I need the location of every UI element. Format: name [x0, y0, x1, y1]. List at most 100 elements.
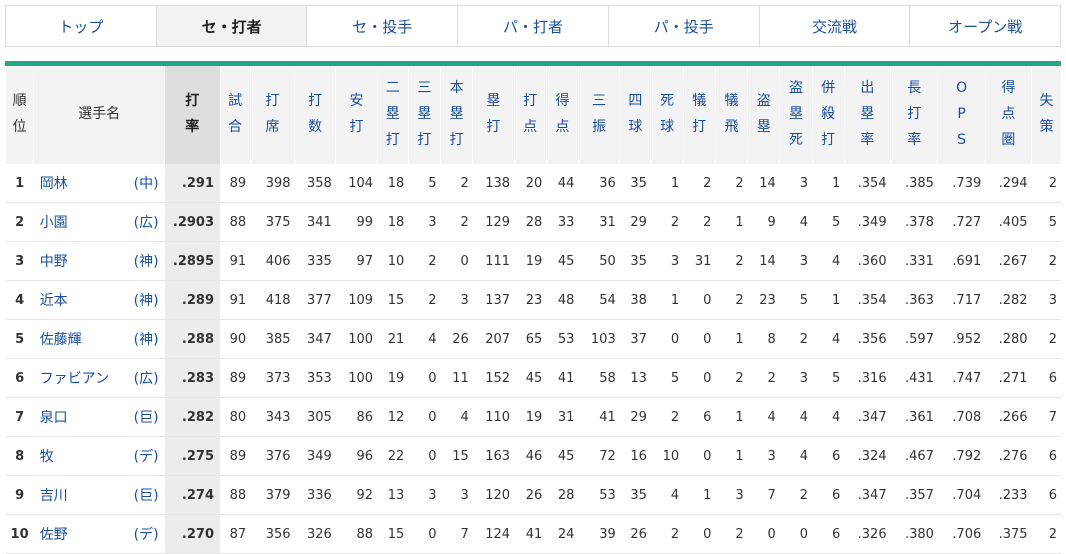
stat-cell-tb: 207	[472, 319, 515, 359]
team-label: (神)	[133, 293, 159, 309]
col-rbi[interactable]: 打点	[513, 66, 547, 164]
tab-central-pitchers[interactable]: セ・投手	[307, 6, 459, 46]
col-strikeouts[interactable]: 三振	[577, 66, 620, 164]
col-avg[interactable]: 打率	[164, 66, 220, 164]
col-hits[interactable]: 安打	[335, 66, 378, 164]
player-name-link[interactable]: ファビアン	[40, 371, 109, 387]
col-homeruns[interactable]: 本塁打	[440, 66, 473, 164]
stat-cell-tb: 124	[472, 514, 515, 554]
stat-cell-bb: 29	[619, 202, 651, 242]
stat-cell-e: 2	[1031, 319, 1061, 359]
stat-cell-slg: .467	[890, 436, 938, 476]
player-name-link[interactable]: 小園	[40, 215, 68, 231]
col-games[interactable]: 試合	[219, 66, 251, 164]
stat-cell-r: 31	[546, 397, 579, 437]
stat-cell-pa: 343	[250, 397, 295, 437]
col-walks[interactable]: 四球	[619, 66, 651, 164]
col-ab[interactable]: 打数	[294, 66, 336, 164]
stat-cell-t: 5	[408, 164, 441, 203]
stat-cell-slg: .385	[890, 164, 938, 203]
stat-cell-sh: 1	[683, 475, 716, 515]
stat-cell-r: 28	[546, 475, 579, 515]
tab-pacific-pitchers[interactable]: パ・投手	[609, 6, 760, 46]
stat-cell-sh: 31	[683, 241, 716, 281]
stat-cell-hbp: 2	[650, 397, 684, 437]
stat-cell-d: 22	[377, 436, 409, 476]
col-triples[interactable]: 三塁打	[407, 66, 441, 164]
stat-cell-e: 2	[1031, 514, 1061, 554]
stat-cell-e: 2	[1031, 241, 1061, 281]
player-name-link[interactable]: 牧	[40, 449, 54, 465]
stat-cell-cs: 4	[779, 436, 813, 476]
stat-cell-t: 0	[408, 514, 441, 554]
col-hbp[interactable]: 死球	[650, 66, 684, 164]
stat-cell-gdp: 5	[812, 358, 845, 398]
col-caught-stealing[interactable]: 盗塁死	[779, 66, 813, 164]
col-risp[interactable]: 得点圏	[984, 66, 1032, 164]
player-name-link[interactable]: 泉口	[40, 410, 68, 426]
col-ops[interactable]: OPS	[937, 66, 986, 164]
stat-cell-sf: 1	[715, 397, 748, 437]
stat-cell-sf: 2	[715, 241, 748, 281]
stat-cell-ops: .739	[937, 164, 986, 203]
player-name-link[interactable]: 近本	[40, 293, 68, 309]
stat-cell-t: 2	[408, 280, 441, 320]
stat-cell-risp: .233	[985, 475, 1032, 515]
stat-cell-gdp: 6	[812, 475, 845, 515]
stat-cell-bb: 13	[619, 358, 651, 398]
rank-cell: 7	[5, 397, 34, 437]
stat-cell-so: 39	[578, 514, 620, 554]
col-doubles[interactable]: 二塁打	[376, 66, 409, 164]
stat-cell-sh: 2	[683, 164, 716, 203]
stat-cell-r: 45	[546, 436, 579, 476]
tab-central-batters[interactable]: セ・打者	[156, 6, 308, 46]
stat-cell-gdp: 4	[812, 397, 845, 437]
player-name-link[interactable]: 佐藤輝	[40, 332, 82, 348]
stat-cell-d: 12	[377, 397, 409, 437]
player-cell: 吉川 (巨)	[33, 475, 165, 515]
stat-cell-so: 72	[578, 436, 620, 476]
col-sac-bunts[interactable]: 犠打	[682, 66, 716, 164]
tab-pacific-batters[interactable]: パ・打者	[458, 6, 609, 46]
col-sac-flies[interactable]: 犠飛	[714, 66, 748, 164]
stat-cell-slg: .378	[890, 202, 938, 242]
col-steals[interactable]: 盗塁	[747, 66, 780, 164]
stat-cell-tb: 111	[472, 241, 515, 281]
stat-cell-obp: .354	[844, 280, 891, 320]
col-obp[interactable]: 出塁率	[843, 66, 891, 164]
stat-cell-r: 45	[546, 241, 579, 281]
player-name-link[interactable]: 中野	[40, 254, 68, 270]
col-errors[interactable]: 失策	[1031, 66, 1061, 164]
stat-cell-sf: 1	[715, 436, 748, 476]
stat-cell-gdp: 1	[812, 164, 845, 203]
stat-cell-ab: 377	[294, 280, 336, 320]
col-rank: 順位	[4, 66, 34, 164]
stat-cell-tb: 129	[472, 202, 515, 242]
stat-cell-ab: 335	[294, 241, 336, 281]
stat-cell-rbi: 41	[514, 514, 547, 554]
stat-cell-risp: .266	[985, 397, 1032, 437]
col-gdp[interactable]: 併殺打	[811, 66, 845, 164]
stat-cell-pa: 379	[250, 475, 295, 515]
tab-top[interactable]: トップ	[6, 6, 157, 46]
stat-cell-ops: .704	[937, 475, 986, 515]
stat-cell-sf: 1	[715, 202, 748, 242]
rank-cell: 8	[5, 436, 34, 476]
player-name-link[interactable]: 岡林	[40, 176, 68, 192]
stat-cell-hr: 3	[440, 280, 473, 320]
tab-interleague[interactable]: 交流戦	[760, 6, 911, 46]
tab-open-games[interactable]: オープン戦	[910, 6, 1060, 46]
col-pa[interactable]: 打席	[249, 66, 295, 164]
stat-cell-tb: 152	[472, 358, 515, 398]
player-name-link[interactable]: 吉川	[40, 488, 68, 504]
col-total-bases[interactable]: 塁打	[472, 66, 515, 164]
rank-cell: 6	[5, 358, 34, 398]
stat-cell-risp: .282	[985, 280, 1032, 320]
rank-cell: 3	[5, 241, 34, 281]
col-runs[interactable]: 得点	[545, 66, 579, 164]
stat-cell-t: 0	[408, 397, 441, 437]
col-slg[interactable]: 長打率	[890, 66, 938, 164]
stat-cell-sb: 23	[747, 280, 780, 320]
stat-cell-bb: 38	[619, 280, 651, 320]
stat-cell-hbp: 5	[650, 358, 684, 398]
